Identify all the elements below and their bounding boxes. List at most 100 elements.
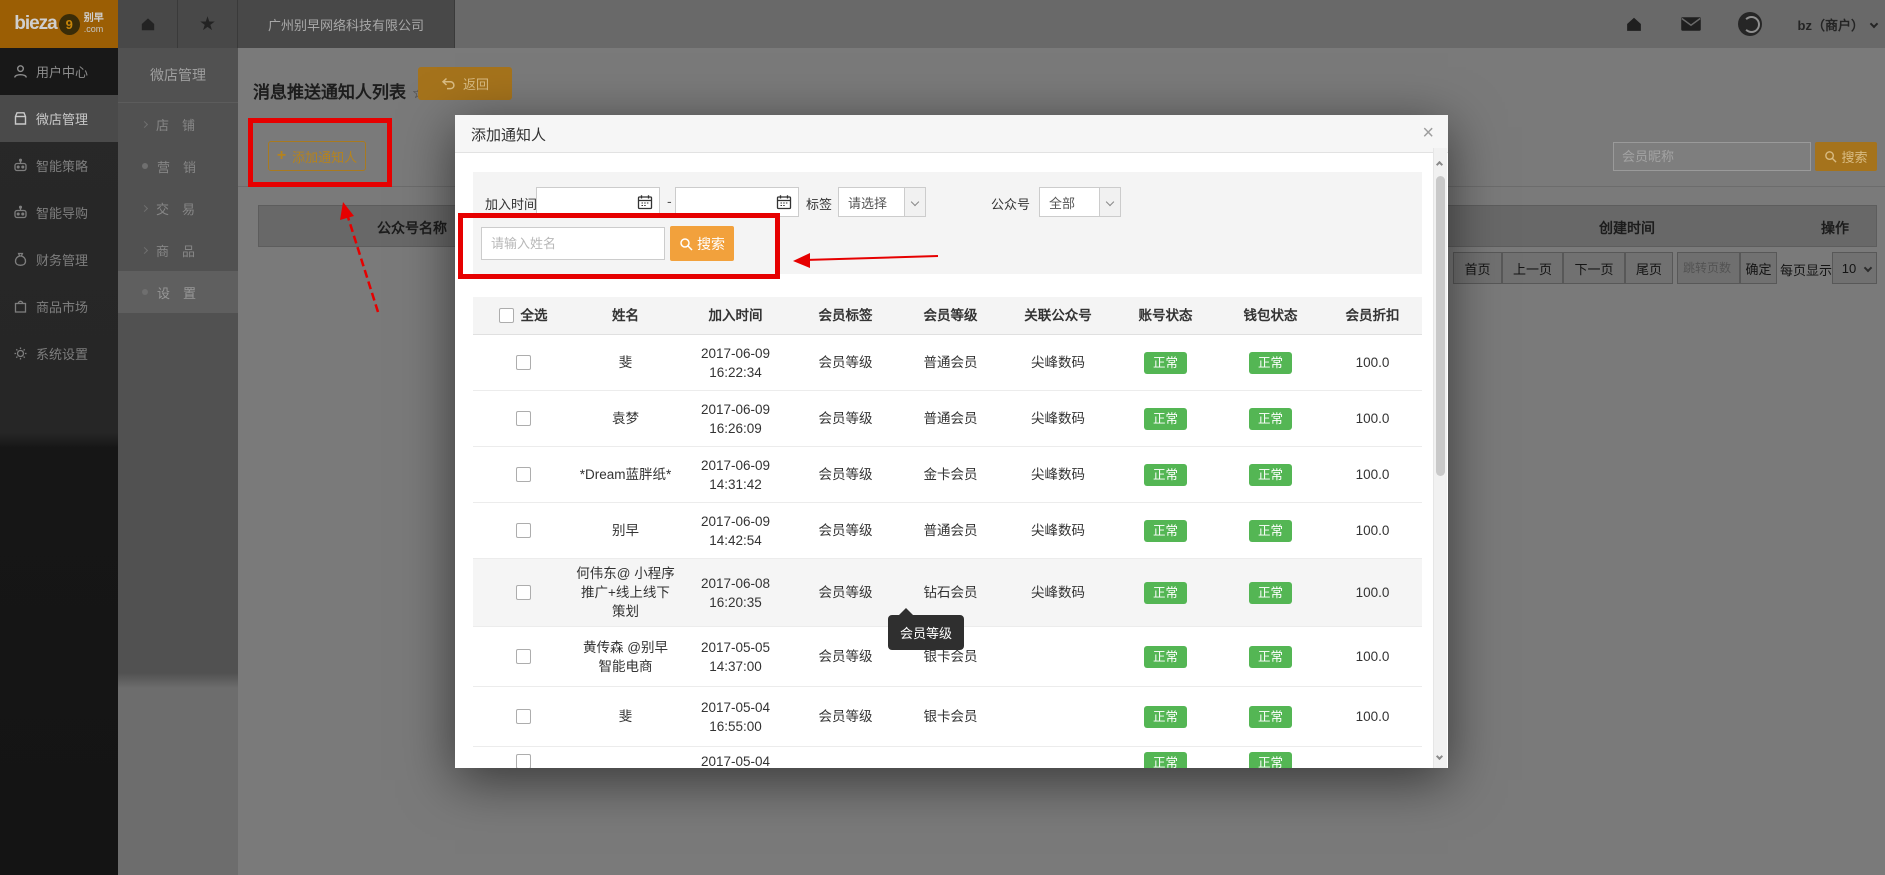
brand-logo[interactable]: bieza 9 别早 .com — [0, 0, 118, 48]
pagination-jump-input[interactable] — [1677, 252, 1740, 284]
per-page-label: 每页显示 — [1780, 260, 1832, 279]
cell-join-time: 2017-06-0816:20:35 — [678, 570, 793, 616]
per-page-select[interactable]: 10 — [1832, 252, 1877, 284]
cell-public-account: 尖峰数码 — [1003, 405, 1113, 432]
bullet-dot-icon — [142, 289, 148, 295]
chevron-right-icon — [141, 204, 148, 211]
home-icon — [139, 15, 157, 33]
back-button[interactable]: 返回 — [418, 67, 512, 100]
submenu-item-marketing[interactable]: 营 销 — [118, 145, 238, 187]
topbar-home-button[interactable] — [118, 0, 178, 48]
account-status-badge: 正常 — [1144, 520, 1187, 542]
pagination-first-button[interactable]: 首页 — [1453, 252, 1502, 284]
member-nickname-input[interactable] — [1613, 142, 1811, 171]
mail-icon[interactable] — [1680, 15, 1702, 33]
row-checkbox[interactable] — [516, 467, 531, 482]
select-all-checkbox[interactable] — [499, 308, 514, 323]
account-status-badge: 正常 — [1144, 408, 1187, 430]
cell-discount: 100.0 — [1323, 703, 1422, 730]
star-icon: ★ — [199, 13, 216, 36]
account-status-badge: 正常 — [1144, 352, 1187, 374]
cell-member-level: 普通会员 — [898, 349, 1003, 376]
date-to-input[interactable] — [675, 187, 799, 217]
cell-member-level: 钻石会员 — [898, 579, 1003, 606]
modal-search-button[interactable]: 搜索 — [670, 226, 734, 261]
column-header: 公众号名称 — [377, 218, 447, 238]
row-checkbox[interactable] — [516, 585, 531, 600]
bag-icon — [13, 299, 28, 314]
modal-header: 添加通知人 × — [455, 115, 1448, 153]
company-name: 广州别早网络科技有限公司 — [238, 0, 455, 48]
tag-select[interactable]: 请选择 — [838, 187, 926, 217]
chevron-right-icon — [141, 120, 148, 127]
submenu-item-goods[interactable]: 商 品 — [118, 229, 238, 271]
row-checkbox[interactable] — [516, 649, 531, 664]
submenu-item-shop[interactable]: 店 铺 — [118, 103, 238, 145]
sidebar-item-smart-strategy[interactable]: 智能策略 — [0, 142, 118, 189]
sidebar-item-user-center[interactable]: 用户中心 — [0, 48, 118, 95]
wallet-status-badge: 正常 — [1249, 464, 1292, 486]
row-checkbox[interactable] — [516, 709, 531, 724]
public-account-select[interactable]: 全部 — [1039, 187, 1121, 217]
sidebar-item-label: 财务管理 — [36, 250, 88, 269]
pagination-next-button[interactable]: 下一页 — [1563, 252, 1625, 284]
home-icon[interactable] — [1624, 14, 1644, 34]
scrollbar-thumb[interactable] — [1436, 176, 1445, 476]
sidebar-item-market[interactable]: 商品市场 — [0, 283, 118, 330]
cell-public-account: 尖峰数码 — [1003, 517, 1113, 544]
sidebar-item-smart-guide[interactable]: 智能导购 — [0, 189, 118, 236]
submenu-item-settings[interactable]: 设 置 — [118, 271, 238, 313]
sidebar-item-label: 智能策略 — [36, 156, 88, 175]
cell-discount — [1323, 747, 1422, 756]
cell-discount: 100.0 — [1323, 517, 1422, 544]
background-search-button[interactable]: 搜索 — [1815, 142, 1877, 171]
cell-member-level: 银卡会员 — [898, 703, 1003, 730]
pagination-last-button[interactable]: 尾页 — [1625, 252, 1673, 284]
sidebar-item-label: 商品市场 — [36, 297, 88, 316]
cell-join-time: 2017-05-0416:55:00 — [678, 694, 793, 740]
user-menu[interactable]: bz（商户） — [1798, 15, 1877, 34]
chevron-down-icon — [904, 188, 925, 216]
submenu-item-trade[interactable]: 交 易 — [118, 187, 238, 229]
page-title: 消息推送通知人列表☆ — [253, 78, 425, 103]
column-header: 会员标签 — [793, 302, 898, 329]
cell-discount: 100.0 — [1323, 579, 1422, 606]
add-notifier-modal: 添加通知人 × 加入时间 - 标签 请选择 公众号 全部 搜索 全选 姓名 — [455, 115, 1448, 768]
close-icon[interactable]: × — [1422, 121, 1434, 145]
sidebar-item-system-settings[interactable]: 系统设置 — [0, 330, 118, 377]
row-checkbox[interactable] — [516, 754, 531, 768]
cell-name: 何伟东@ 小程序推广+线上线下策划 — [573, 560, 678, 625]
column-header: 全选 — [521, 306, 548, 325]
column-header: 姓名 — [573, 302, 678, 329]
column-header: 加入时间 — [678, 302, 793, 329]
row-checkbox[interactable] — [516, 411, 531, 426]
date-from-input[interactable] — [536, 187, 660, 217]
scroll-up-icon[interactable] — [1437, 154, 1442, 170]
row-checkbox[interactable] — [516, 355, 531, 370]
cell-join-time: 2017-06-0916:26:09 — [678, 396, 793, 442]
pagination-prev-button[interactable]: 上一页 — [1502, 252, 1563, 284]
submenu-header: 微店管理 — [118, 48, 238, 103]
wallet-status-badge: 正常 — [1249, 582, 1292, 604]
user-icon — [13, 64, 28, 79]
cell-join-time: 2017-06-0914:31:42 — [678, 452, 793, 498]
table-row: 别早 2017-06-0914:42:54 会员等级 普通会员 尖峰数码 正常 … — [473, 503, 1422, 559]
cell-join-time: 2017-06-0916:22:34 — [678, 340, 793, 386]
sidebar-item-shop-management[interactable]: 微店管理 — [0, 95, 118, 142]
user-avatar[interactable] — [1738, 12, 1762, 36]
column-header: 创建时间 — [1599, 218, 1655, 238]
topbar-favorite-button[interactable]: ★ — [178, 0, 238, 48]
cell-discount: 100.0 — [1323, 349, 1422, 376]
pagination-confirm-button[interactable]: 确定 — [1740, 252, 1777, 284]
cell-member-tag — [793, 747, 898, 756]
row-checkbox[interactable] — [516, 523, 531, 538]
name-search-input[interactable] — [481, 227, 665, 260]
undo-arrow-icon — [441, 77, 456, 90]
table-row: 袁梦 2017-06-0916:26:09 会员等级 普通会员 尖峰数码 正常 … — [473, 391, 1422, 447]
wallet-status-badge: 正常 — [1249, 352, 1292, 374]
add-notifier-button[interactable]: + 添加通知人 — [268, 141, 366, 171]
modal-scrollbar[interactable] — [1433, 148, 1447, 768]
scroll-down-icon[interactable] — [1437, 746, 1442, 762]
sidebar-item-finance[interactable]: 财务管理 — [0, 236, 118, 283]
chevron-down-icon — [1870, 20, 1878, 28]
